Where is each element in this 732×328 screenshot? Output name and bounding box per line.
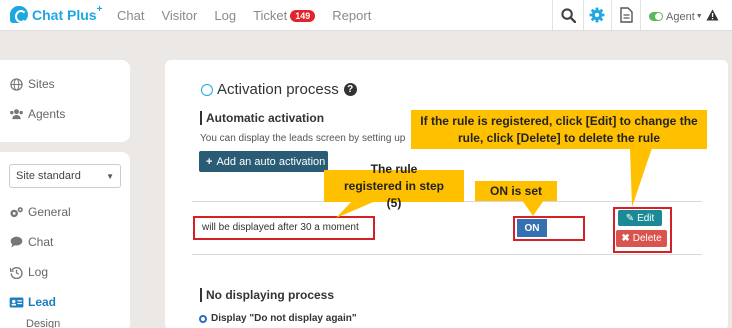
callout-edit-delete: If the rule is registered, click [Edit] …	[411, 110, 707, 149]
callout-rule-registered: The rule registered in step (5)	[324, 162, 464, 210]
callout-on-set: ON is set	[475, 181, 557, 201]
callout-pointer	[522, 200, 544, 216]
callout-pointer	[630, 148, 652, 207]
